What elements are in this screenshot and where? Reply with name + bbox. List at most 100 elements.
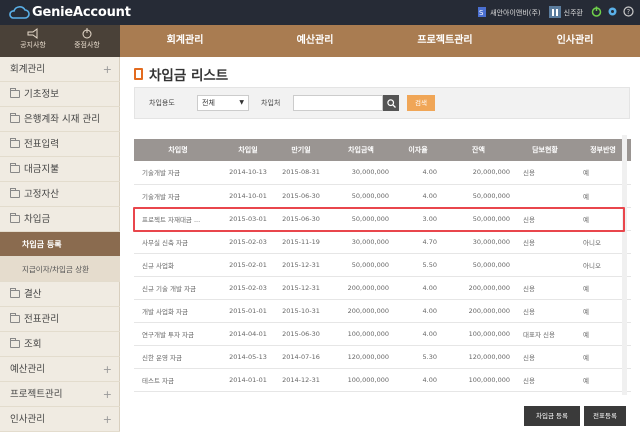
company-icon: S [477,6,487,20]
sidebar-item-voucher-manage[interactable]: 전표관리 [0,307,120,332]
cell-date: 2014-05-13 [222,345,274,369]
voucher-register-button[interactable]: 전표등록 [584,406,626,426]
cell-collateral: 신용 [515,345,575,369]
cell-balance: 20,000,000 [442,161,515,185]
sidebar-item-voucher-entry[interactable]: 전표입력 [0,132,120,157]
col-header[interactable]: 담보현황 [515,139,575,161]
table-row[interactable]: 신규 기술 개발 자금 2015-02-03 2015-12-31 200,000,0… [134,276,631,300]
cell-due: 2015-08-31 [274,161,328,185]
cell-name: 신규 사업화 [134,253,222,277]
table-scrollbar[interactable] [622,135,627,395]
main-content: 차입금 리스트 차입용도 전체 ▼ 차입처 검색 차입명 차입일 만기일 차입금액… [120,57,640,431]
nav-budget[interactable]: 예산관리 [250,25,380,57]
search-button[interactable] [383,95,399,111]
sidebar-group-project[interactable]: 프로젝트관리 + [0,382,120,407]
cell-date: 2015-02-03 [222,276,274,300]
table-row[interactable]: 연구개발 투자 자금 2014-04-01 2015-06-30 100,000,00… [134,322,631,346]
lookup-button[interactable]: 검색 [407,95,435,111]
sidebar-item-label: 인사관리 [10,414,45,425]
sidebar-item-interest-repayment[interactable]: 지급이자/차입금 상환 [0,257,120,282]
col-header[interactable]: 잔액 [442,139,515,161]
usage-select[interactable]: 전체 ▼ [197,95,249,111]
sidebar: 회계관리 + 기초정보 은행계좌 시재 관리 전표입력 대금지불 고정자산 차입금… [0,57,120,432]
sidebar-item-label: 회계관리 [10,64,45,75]
table-row[interactable]: 사무실 신축 자금 2015-02-03 2015-11-19 30,000,000 4… [134,230,631,254]
cell-date: 2014-04-01 [222,322,274,346]
table-row[interactable]: 신규 사업화 2015-02-01 2015-12-31 50,000,000 5.50… [134,253,631,277]
notice-button[interactable]: 공지사항 [8,27,58,50]
table-row[interactable]: 개발 사업화 자금 2015-01-01 2015-10-31 200,000,000… [134,299,631,323]
sidebar-item-label: 기초정보 [24,89,59,100]
cell-rate: 4.70 [394,230,442,254]
cell-date: 2015-02-01 [222,253,274,277]
sidebar-item-bank-account[interactable]: 은행계좌 시재 관리 [0,107,120,132]
cell-amount: 120,000,000 [328,345,394,369]
col-header[interactable]: 이자율 [394,139,442,161]
col-header[interactable]: 만기일 [274,139,328,161]
sidebar-item-label: 차입금 [24,214,51,225]
cell-balance: 30,000,000 [442,230,515,254]
cell-name: 기술개발 자금 [134,161,222,185]
nav-project[interactable]: 프로젝트관리 [380,25,510,57]
sidebar-item-closing[interactable]: 결산 [0,282,120,307]
nav-accounting[interactable]: 회계관리 [120,25,250,57]
sidebar-item-label: 고정자산 [24,189,59,200]
cell-due: 2015-12-31 [274,276,328,300]
sidebar-item-label: 전표입력 [24,139,59,150]
main-nav: 회계관리 예산관리 프로젝트관리 인사관리 [120,25,640,57]
cell-rate: 5.50 [394,253,442,277]
cell-amount: 100,000,000 [328,322,394,346]
col-header[interactable]: 차입명 [134,139,222,161]
page-title-text: 차입금 리스트 [149,68,229,84]
col-header[interactable]: 차입일 [222,139,274,161]
sidebar-item-label: 대금지불 [24,164,59,175]
help-icon[interactable]: ? [623,6,634,19]
document-icon [134,68,143,80]
sidebar-item-borrowings[interactable]: 차입금 [0,207,120,232]
sidebar-item-label: 지급이자/차입금 상환 [22,265,90,274]
power-icon[interactable] [591,6,602,19]
usage-label: 차입용도 [149,99,175,107]
cell-amount: 30,000,000 [328,161,394,185]
cell-amount: 30,000,000 [328,230,394,254]
sidebar-group-budget[interactable]: 예산관리 + [0,357,120,382]
cell-collateral: 신용 [515,299,575,323]
search-icon [386,98,396,108]
important-button[interactable]: 중점사항 [62,27,112,50]
nav-hr[interactable]: 인사관리 [510,25,640,57]
sidebar-item-borrowing-register[interactable]: 차입금 등록 [0,232,120,257]
cell-amount: 200,000,000 [328,299,394,323]
cell-rate: 4.00 [394,299,442,323]
expand-icon[interactable]: + [103,357,112,382]
cell-collateral: 신용 [515,161,575,185]
app-logo[interactable]: GenieAccount [8,3,131,22]
table-row[interactable]: 신한 운영 자금 2014-05-13 2014-07-16 120,000,000 5… [134,345,631,369]
sidebar-item-inquiry[interactable]: 조회 [0,332,120,357]
table-row[interactable]: 기술개발 자금 2014-10-01 2015-06-30 50,000,000 4.0… [134,184,631,208]
cell-name: 기술개발 자금 [134,184,222,208]
gear-icon[interactable] [607,6,618,19]
col-header[interactable]: 차입금액 [328,139,394,161]
expand-icon[interactable]: + [103,407,112,432]
expand-icon[interactable]: + [103,57,112,82]
sidebar-item-basic-info[interactable]: 기초정보 [0,82,120,107]
lender-search-input[interactable] [293,95,383,111]
table-row[interactable]: 기술개발 자금 2014-10-13 2015-08-31 30,000,000 4.0… [134,161,631,185]
user-name[interactable]: 신주환 [564,8,583,18]
sidebar-item-fixed-assets[interactable]: 고정자산 [0,182,120,207]
sidebar-group-hr[interactable]: 인사관리 + [0,407,120,432]
company-name[interactable]: 새안아이앤비(주) [490,8,541,18]
cell-collateral: 신용 [515,368,575,392]
expand-icon[interactable]: + [103,382,112,407]
table-row[interactable]: 테스트 자금 2014-01-01 2014-12-31 100,000,000 4.0… [134,368,631,392]
cell-collateral [515,184,575,208]
cell-date: 2015-02-03 [222,230,274,254]
folder-icon [10,213,20,223]
register-borrowing-button[interactable]: 차입금 등록 [524,406,580,426]
sidebar-item-label: 차입금 등록 [22,240,62,249]
cloud-icon [9,5,30,19]
chevron-down-icon: ▼ [239,99,244,106]
sidebar-group-accounting[interactable]: 회계관리 + [0,57,120,82]
megaphone-icon [27,28,38,39]
sidebar-item-payment[interactable]: 대금지불 [0,157,120,182]
